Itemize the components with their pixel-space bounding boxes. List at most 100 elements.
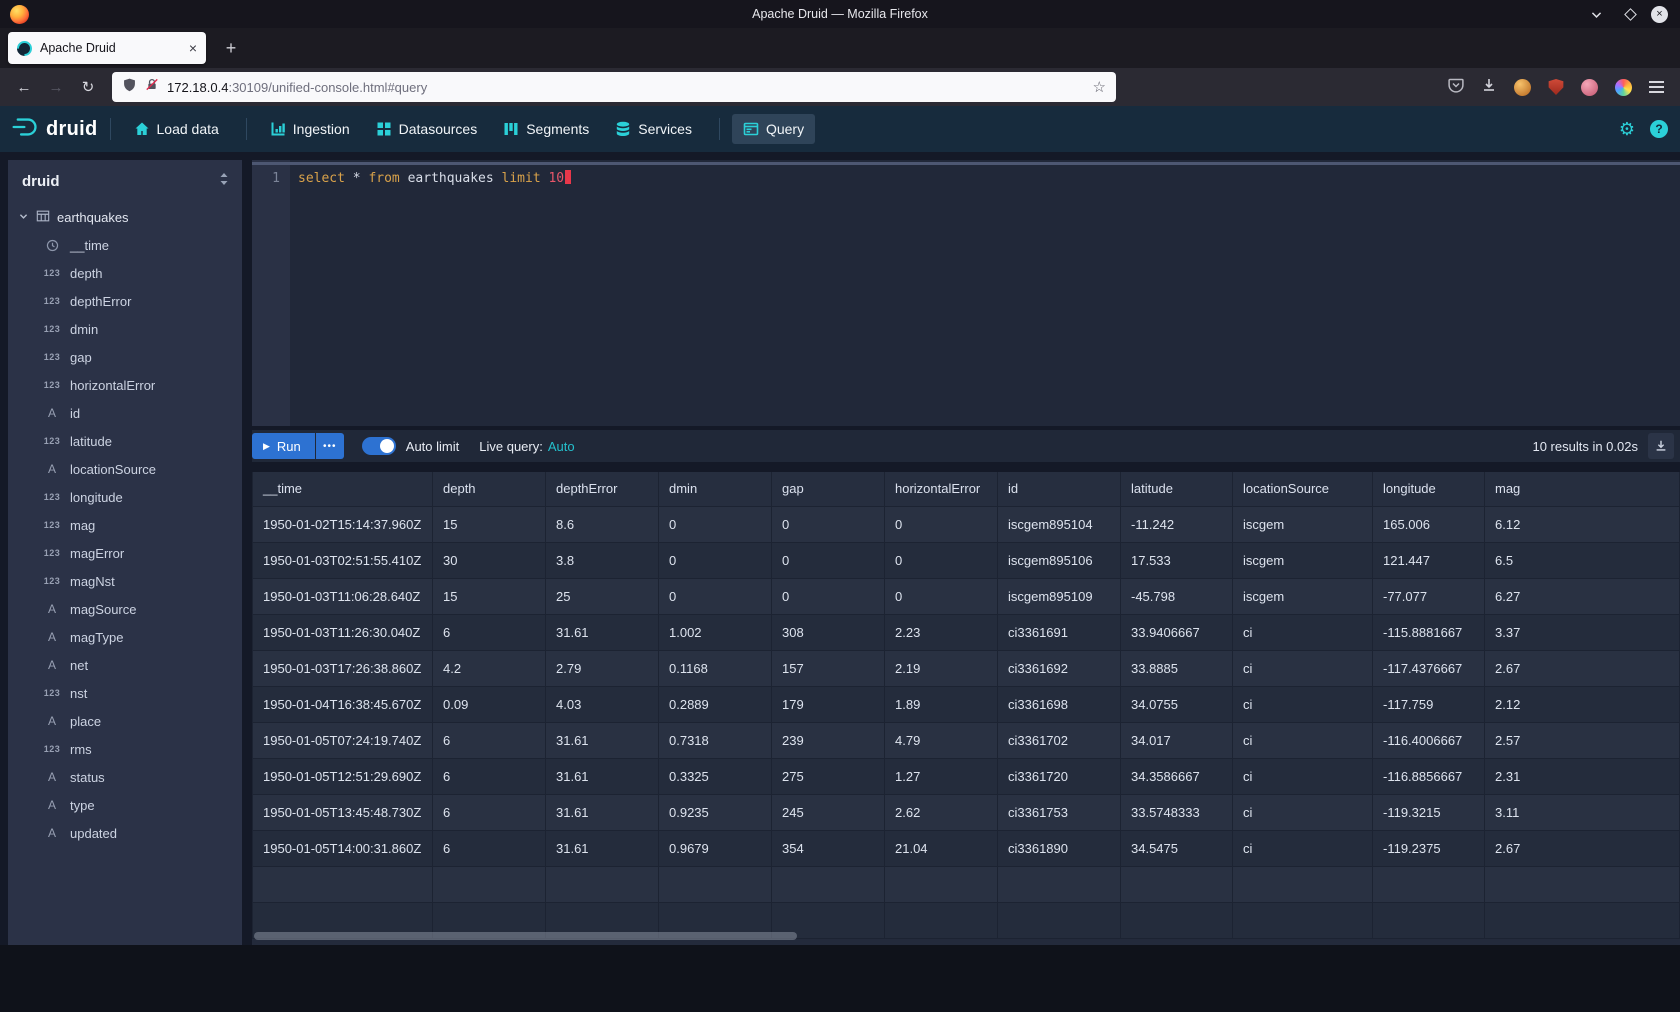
cell[interactable]: 6.27 <box>1485 578 1680 614</box>
sidebar-column-place[interactable]: Aplace <box>8 707 242 735</box>
cell[interactable]: iscgem <box>1233 542 1373 578</box>
column-header-__time[interactable]: __time <box>253 472 433 506</box>
sidebar-column-magSource[interactable]: AmagSource <box>8 595 242 623</box>
cell[interactable]: ci3361692 <box>998 650 1121 686</box>
cell[interactable]: 34.017 <box>1121 722 1233 758</box>
window-minimize-icon[interactable] <box>1582 0 1610 28</box>
cell[interactable]: 1950-01-03T02:51:55.410Z <box>253 542 433 578</box>
cell[interactable]: 31.61 <box>546 722 659 758</box>
forward-button[interactable]: → <box>42 73 70 101</box>
cell[interactable]: 1950-01-03T11:06:28.640Z <box>253 578 433 614</box>
cell[interactable]: 1950-01-03T17:26:38.860Z <box>253 650 433 686</box>
cell[interactable]: 1.002 <box>659 614 772 650</box>
cell[interactable]: 308 <box>772 614 885 650</box>
sidebar-column-depthError[interactable]: 123depthError <box>8 287 242 315</box>
browser-tab-apache-druid[interactable]: Apache Druid × <box>8 32 206 64</box>
cell[interactable]: 4.2 <box>433 650 546 686</box>
sidebar-column-dmin[interactable]: 123dmin <box>8 315 242 343</box>
sidebar-table-earthquakes[interactable]: earthquakes <box>8 203 242 231</box>
nav-services[interactable]: Services <box>604 114 703 144</box>
sidebar-column-rms[interactable]: 123rms <box>8 735 242 763</box>
cell[interactable]: iscgem <box>1233 506 1373 542</box>
cell[interactable]: 2.67 <box>1485 650 1680 686</box>
cell[interactable]: ci <box>1233 650 1373 686</box>
cell[interactable]: 1.89 <box>885 686 998 722</box>
cell[interactable]: 0 <box>659 506 772 542</box>
cell[interactable]: 0.09 <box>433 686 546 722</box>
cell[interactable]: 0 <box>659 542 772 578</box>
cell[interactable]: 31.61 <box>546 614 659 650</box>
pocket-icon[interactable] <box>1448 77 1464 98</box>
cell[interactable]: ci3361702 <box>998 722 1121 758</box>
cell[interactable]: 30 <box>433 542 546 578</box>
cell[interactable]: ci <box>1233 758 1373 794</box>
sidebar-column-id[interactable]: Aid <box>8 399 242 427</box>
cell[interactable]: ci <box>1233 614 1373 650</box>
cell[interactable]: -77.077 <box>1373 578 1485 614</box>
sql-editor[interactable]: 1 select * from earthquakes limit 10 <box>252 160 1680 426</box>
cell[interactable]: 239 <box>772 722 885 758</box>
column-header-gap[interactable]: gap <box>772 472 885 506</box>
cell[interactable]: 33.5748333 <box>1121 794 1233 830</box>
shield-icon[interactable] <box>122 77 137 98</box>
sidebar-column-type[interactable]: Atype <box>8 791 242 819</box>
profile-avatar[interactable] <box>1581 79 1598 96</box>
downloads-icon[interactable] <box>1481 77 1497 98</box>
cell[interactable]: ci3361698 <box>998 686 1121 722</box>
cell[interactable]: 1.27 <box>885 758 998 794</box>
cell[interactable]: 15 <box>433 578 546 614</box>
cell[interactable]: 6.5 <box>1485 542 1680 578</box>
download-results-button[interactable] <box>1648 433 1674 459</box>
sort-columns-icon[interactable] <box>218 172 230 191</box>
cell[interactable]: 275 <box>772 758 885 794</box>
run-more-button[interactable]: ••• <box>316 433 344 459</box>
cell[interactable]: 1950-01-05T07:24:19.740Z <box>253 722 433 758</box>
cell[interactable]: 0.2889 <box>659 686 772 722</box>
cell[interactable]: 31.61 <box>546 794 659 830</box>
cell[interactable]: 34.5475 <box>1121 830 1233 866</box>
cell[interactable]: 245 <box>772 794 885 830</box>
cell[interactable]: 31.61 <box>546 758 659 794</box>
sidebar-column-status[interactable]: Astatus <box>8 763 242 791</box>
cell[interactable]: 0 <box>885 542 998 578</box>
cell[interactable]: 0.9235 <box>659 794 772 830</box>
cell[interactable]: 25 <box>546 578 659 614</box>
column-header-latitude[interactable]: latitude <box>1121 472 1233 506</box>
sidebar-column-magError[interactable]: 123magError <box>8 539 242 567</box>
cell[interactable]: iscgem <box>1233 578 1373 614</box>
new-tab-button[interactable]: + <box>218 38 244 59</box>
reload-button[interactable]: ↻ <box>74 73 102 101</box>
cell[interactable]: 0 <box>772 506 885 542</box>
nav-datasources[interactable]: Datasources <box>365 114 489 144</box>
sidebar-column-updated[interactable]: Aupdated <box>8 819 242 847</box>
sidebar-column-longitude[interactable]: 123longitude <box>8 483 242 511</box>
sidebar-column-mag[interactable]: 123mag <box>8 511 242 539</box>
cell[interactable]: 0 <box>885 506 998 542</box>
column-header-horizontalError[interactable]: horizontalError <box>885 472 998 506</box>
column-header-longitude[interactable]: longitude <box>1373 472 1485 506</box>
horizontal-scrollbar[interactable] <box>254 932 797 940</box>
cell[interactable]: 1950-01-05T14:00:31.860Z <box>253 830 433 866</box>
insecure-lock-icon[interactable] <box>145 77 159 97</box>
cell[interactable]: 21.04 <box>885 830 998 866</box>
cell[interactable]: 165.006 <box>1373 506 1485 542</box>
cell[interactable]: 0 <box>772 578 885 614</box>
cell[interactable]: 1950-01-02T15:14:37.960Z <box>253 506 433 542</box>
cell[interactable]: 8.6 <box>546 506 659 542</box>
cell[interactable]: 34.0755 <box>1121 686 1233 722</box>
cell[interactable]: ci3361720 <box>998 758 1121 794</box>
cell[interactable]: 2.62 <box>885 794 998 830</box>
cell[interactable]: 0.9679 <box>659 830 772 866</box>
ublock-icon[interactable] <box>1548 79 1564 95</box>
cell[interactable]: 3.37 <box>1485 614 1680 650</box>
column-header-depthError[interactable]: depthError <box>546 472 659 506</box>
cell[interactable]: 0.3325 <box>659 758 772 794</box>
cell[interactable]: iscgem895109 <box>998 578 1121 614</box>
cell[interactable]: 179 <box>772 686 885 722</box>
cell[interactable]: 6 <box>433 758 546 794</box>
cell[interactable]: ci <box>1233 686 1373 722</box>
run-button[interactable]: ▶ Run <box>252 433 315 459</box>
cell[interactable]: 33.9406667 <box>1121 614 1233 650</box>
cell[interactable]: -117.759 <box>1373 686 1485 722</box>
sidebar-column-net[interactable]: Anet <box>8 651 242 679</box>
